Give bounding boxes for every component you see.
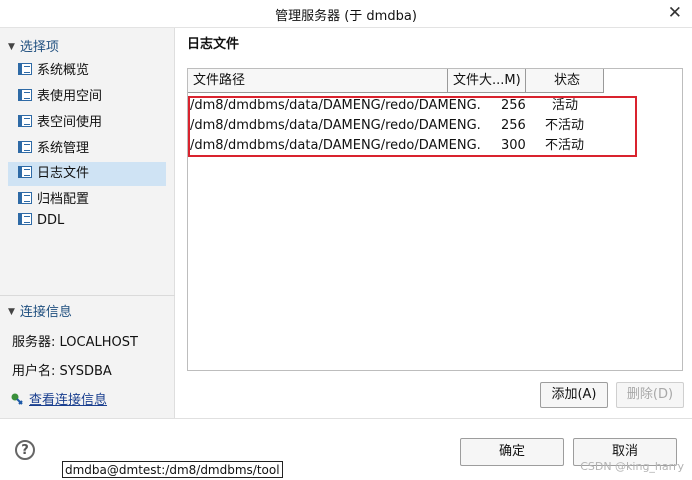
section-header-connection[interactable]: ▼ 连接信息 xyxy=(8,301,72,320)
section-header-label: 连接信息 xyxy=(19,305,72,320)
panel-icon xyxy=(18,115,32,127)
view-connection-info-label: 查看连接信息 xyxy=(29,393,108,408)
view-connection-info-link[interactable]: 查看连接信息 xyxy=(10,389,107,408)
column-header-path[interactable]: 文件路径 xyxy=(188,69,448,93)
sidebar-item-label: DDL xyxy=(37,213,65,228)
add-button[interactable]: 添加(A) xyxy=(540,382,608,408)
panel-icon xyxy=(18,166,32,178)
column-header-size[interactable]: 文件大...M) xyxy=(448,69,526,93)
section-header-options[interactable]: ▼ 选择项 xyxy=(8,36,59,55)
username-info: 用户名: SYSDBA xyxy=(12,364,112,379)
sidebar-item-ddl[interactable]: DDL xyxy=(8,209,166,233)
panel-icon xyxy=(18,192,32,204)
sidebar-item-system-overview[interactable]: 系统概览 xyxy=(8,59,166,83)
footer-divider xyxy=(0,418,692,419)
watermark: CSDN @king_harry xyxy=(580,460,684,473)
section-header-label: 选择项 xyxy=(19,40,59,55)
delete-button[interactable]: 删除(D) xyxy=(616,382,684,408)
help-icon[interactable]: ? xyxy=(15,440,35,460)
column-header-status[interactable]: 状态 xyxy=(526,69,604,93)
title-bar: 管理服务器 (于 dmdba) ✕ xyxy=(0,0,692,28)
window-title: 管理服务器 (于 dmdba) xyxy=(275,9,417,24)
panel-icon xyxy=(18,213,32,225)
annotation-highlight-box xyxy=(188,96,637,157)
sidebar-item-tablespace-usage[interactable]: 表空间使用 xyxy=(8,111,166,135)
page-title: 日志文件 xyxy=(187,37,240,52)
table-header: 文件路径 文件大...M) 状态 xyxy=(188,69,682,93)
sidebar-item-label: 系统概览 xyxy=(37,63,90,78)
ok-button[interactable]: 确定 xyxy=(460,438,564,466)
panel-icon xyxy=(18,141,32,153)
sidebar-item-label: 归档配置 xyxy=(37,192,90,207)
sidebar-item-log-files[interactable]: 日志文件 xyxy=(8,162,166,186)
panel-icon xyxy=(18,89,32,101)
close-icon[interactable]: ✕ xyxy=(668,3,682,23)
collapse-triangle-icon: ▼ xyxy=(8,42,15,52)
sidebar-item-label: 日志文件 xyxy=(37,166,90,181)
server-info: 服务器: LOCALHOST xyxy=(12,335,138,350)
terminal-path-tooltip: dmdba@dmtest:/dm8/dmdbms/tool xyxy=(62,461,283,478)
sidebar-item-table-usage[interactable]: 表使用空间 xyxy=(8,85,166,109)
connection-icon xyxy=(11,393,23,405)
panel-icon xyxy=(18,63,32,75)
collapse-triangle-icon: ▼ xyxy=(8,307,15,317)
sidebar-item-label: 系统管理 xyxy=(37,141,90,156)
sidebar-item-label: 表使用空间 xyxy=(37,89,103,104)
sidebar-divider xyxy=(0,295,175,296)
sidebar-item-system-management[interactable]: 系统管理 xyxy=(8,137,166,161)
sidebar-item-label: 表空间使用 xyxy=(37,115,103,130)
sidebar: ▼ 选择项 系统概览 表使用空间 表空间使用 系统管理 日志文件 归档配置 DDL… xyxy=(0,28,175,418)
